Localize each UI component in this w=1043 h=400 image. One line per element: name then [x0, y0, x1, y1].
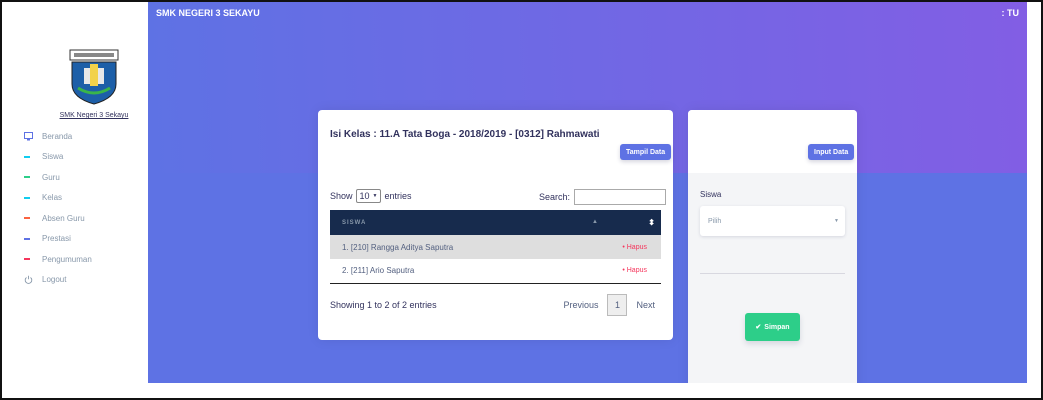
- sidebar: SMK Negeri 3 Sekayu Beranda Siswa Guru K…: [2, 2, 148, 398]
- class-members-card: Isi Kelas : 11.A Tata Boga - 2018/2019 -…: [318, 110, 673, 340]
- chevron-down-icon: ▼: [372, 193, 378, 199]
- entries-label: entries: [384, 191, 412, 201]
- sidebar-item-label: Beranda: [42, 131, 73, 141]
- show-label: Show: [330, 191, 353, 201]
- sidebar-item-label: Kelas: [42, 193, 63, 203]
- sort-asc-icon: ▲: [592, 219, 599, 225]
- pagination: Previous 1 Next: [557, 294, 661, 316]
- save-button-label: Simpan: [764, 323, 790, 331]
- sidebar-item-beranda[interactable]: Beranda: [24, 126, 92, 147]
- sidebar-item-label: Siswa: [42, 152, 64, 162]
- monitor-icon: [24, 131, 42, 141]
- dash-icon: [24, 217, 42, 220]
- siswa-select[interactable]: Pilih ▼: [700, 206, 845, 236]
- card-header: [688, 110, 857, 173]
- input-student-card: Input Data Siswa Pilih ▼ ✔ Simpan: [688, 110, 857, 383]
- dash-icon: [24, 155, 42, 158]
- select-value: Pilih: [708, 217, 722, 225]
- sidebar-item-label: Absen Guru: [42, 213, 85, 223]
- dash-icon: [24, 196, 42, 199]
- previous-page-button[interactable]: Previous: [557, 294, 604, 316]
- chevron-down-icon: ▼: [834, 218, 839, 224]
- table-row: 2. [211] Ario Saputra • Hapus: [330, 259, 661, 284]
- table-info: Showing 1 to 2 of 2 entries: [330, 300, 437, 310]
- main-content: SMK NEGERI 3 SEKAYU : TU Isi Kelas : 11.…: [148, 2, 1027, 383]
- student-name: 2. [211] Ario Saputra: [330, 259, 565, 284]
- divider: [700, 273, 845, 274]
- check-icon: ✔: [755, 324, 762, 331]
- column-header-label: SISWA: [342, 219, 367, 226]
- entries-value: 10: [359, 191, 370, 201]
- sidebar-nav: Beranda Siswa Guru Kelas Absen Guru Pres…: [24, 126, 92, 290]
- search-control: Search:: [539, 189, 667, 205]
- sidebar-item-label: Logout: [42, 275, 67, 285]
- table-row: 1. [210] Rangga Aditya Saputra • Hapus: [330, 235, 661, 259]
- brand-title[interactable]: SMK NEGERI 3 SEKAYU: [156, 8, 260, 18]
- column-header-siswa[interactable]: SISWA ▲ ⬍: [330, 210, 661, 235]
- dash-icon: [24, 237, 42, 240]
- students-table: SISWA ▲ ⬍ 1. [210] Rangga Aditya Saputra…: [330, 210, 661, 284]
- user-menu[interactable]: : TU: [1002, 8, 1020, 18]
- sidebar-item-label: Pengumuman: [42, 254, 92, 264]
- dash-icon: [24, 176, 42, 179]
- sort-icon: ⬍: [648, 218, 656, 227]
- search-input[interactable]: [574, 189, 667, 205]
- search-label: Search:: [539, 192, 571, 202]
- entries-length-control: Show 10 ▼ entries: [330, 189, 412, 203]
- show-data-button[interactable]: Tampil Data: [620, 144, 672, 160]
- delete-link[interactable]: • Hapus: [564, 259, 661, 284]
- next-page-button[interactable]: Next: [630, 294, 661, 316]
- card-body: [688, 173, 857, 383]
- dash-icon: [24, 258, 42, 261]
- sidebar-item-absen-guru[interactable]: Absen Guru: [24, 208, 92, 229]
- sidebar-item-label: Guru: [42, 172, 60, 182]
- sidebar-item-siswa[interactable]: Siswa: [24, 147, 92, 168]
- card-title: Isi Kelas : 11.A Tata Boga - 2018/2019 -…: [330, 129, 600, 140]
- school-logo: [69, 49, 119, 105]
- sidebar-item-kelas[interactable]: Kelas: [24, 188, 92, 209]
- power-icon: [24, 275, 42, 285]
- sidebar-item-label: Prestasi: [42, 234, 71, 244]
- siswa-field-label: Siswa: [700, 190, 722, 199]
- sidebar-item-pengumuman[interactable]: Pengumuman: [24, 249, 92, 270]
- delete-link[interactable]: • Hapus: [564, 235, 661, 259]
- page-button-current[interactable]: 1: [607, 294, 628, 316]
- sidebar-item-logout[interactable]: Logout: [24, 270, 92, 291]
- save-button[interactable]: ✔ Simpan: [745, 313, 800, 341]
- input-data-button[interactable]: Input Data: [808, 144, 855, 160]
- sidebar-item-guru[interactable]: Guru: [24, 167, 92, 188]
- entries-select[interactable]: 10 ▼: [355, 189, 382, 203]
- student-name: 1. [210] Rangga Aditya Saputra: [330, 235, 565, 259]
- sidebar-item-prestasi[interactable]: Prestasi: [24, 229, 92, 250]
